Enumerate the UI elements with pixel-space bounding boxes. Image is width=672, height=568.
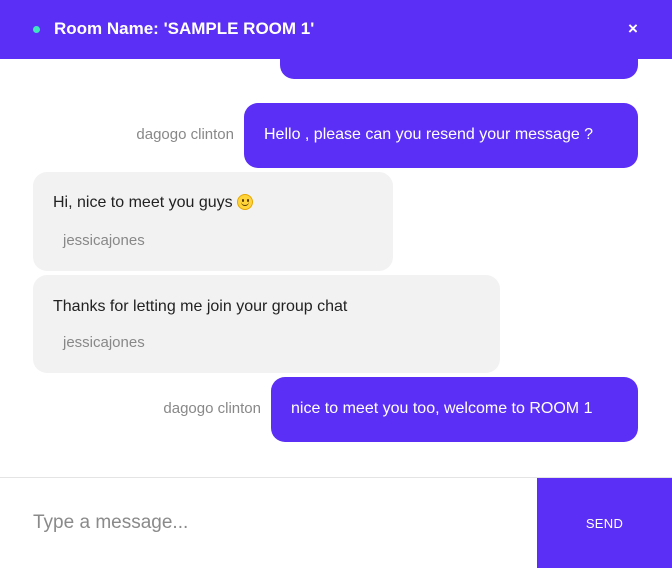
chat-window: Room Name: 'SAMPLE ROOM 1' × dagogo clin… bbox=[0, 0, 672, 568]
online-status-icon bbox=[33, 26, 40, 33]
message-composer: SEND bbox=[0, 477, 672, 568]
message-sender: jessicajones bbox=[63, 334, 145, 351]
message-bubble-incoming: Hi, nice to meet you guys jessicajones bbox=[33, 172, 393, 271]
send-button[interactable]: SEND bbox=[537, 478, 672, 568]
message-text: nice to meet you too, welcome to ROOM 1 bbox=[291, 400, 593, 417]
chat-header: Room Name: 'SAMPLE ROOM 1' × bbox=[0, 0, 672, 59]
message-bubble-outgoing: Hello , please can you resend your messa… bbox=[244, 103, 638, 168]
message-sender: jessicajones bbox=[63, 232, 145, 249]
message-sender: dagogo clinton bbox=[136, 126, 234, 143]
message-list[interactable]: dagogo clinton Hello , please can you re… bbox=[0, 59, 672, 476]
smiley-emoji-icon bbox=[236, 194, 253, 210]
message-text: Hello , please can you resend your messa… bbox=[264, 126, 594, 143]
message-bubble-outgoing: nice to meet you too, welcome to ROOM 1 bbox=[271, 377, 638, 442]
message-text: Hi, nice to meet you guys bbox=[53, 194, 233, 211]
message-bubble-incoming: Thanks for letting me join your group ch… bbox=[33, 275, 500, 373]
message-input[interactable] bbox=[0, 478, 537, 568]
message-sender: dagogo clinton bbox=[163, 400, 261, 417]
room-title: Room Name: 'SAMPLE ROOM 1' bbox=[54, 19, 315, 38]
close-button[interactable]: × bbox=[622, 18, 644, 40]
message-bubble-partial bbox=[280, 59, 638, 79]
message-text: Thanks for letting me join your group ch… bbox=[53, 298, 348, 315]
